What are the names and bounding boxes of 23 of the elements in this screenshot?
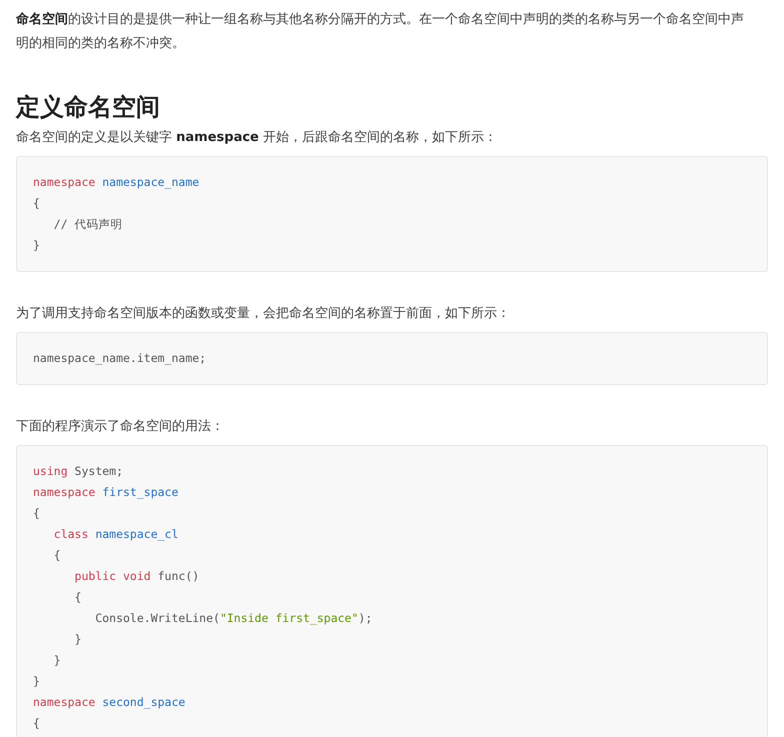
code-line: { <box>52 547 62 564</box>
code-line: } <box>33 237 41 254</box>
paragraph: 为了调用支持命名空间版本的函数或变量，会把命名空间的名称置于前面，如下所示： <box>16 305 511 323</box>
code-line: } <box>33 673 41 690</box>
code-line: { <box>33 195 41 212</box>
code-line: // 代码声明 <box>52 216 124 233</box>
code-line: using System; <box>33 463 124 480</box>
intro-paragraph: 命名空间的设计目的是提供一种让一组名称与其他名称分隔开的方式。在一个命名空间中声明的类的名称与另一个命名空间中声明的相同的类的名称不冲突。 <box>16 10 745 53</box>
code-line: } <box>74 631 82 648</box>
code-line: namespace namespace_name <box>33 174 200 191</box>
code-line: class namespace_cl <box>52 526 180 543</box>
code-line: namespace first_space <box>33 484 180 501</box>
code-line: } <box>52 652 62 669</box>
code-line: namespace second_space <box>33 694 186 711</box>
code-line: Console.WriteLine("Inside first_space"); <box>94 610 374 627</box>
paragraph: 下面的程序演示了命名空间的用法： <box>16 418 225 436</box>
code-line: { <box>33 505 41 522</box>
section-heading: 定义命名空间 <box>16 92 161 123</box>
code-line: { <box>74 589 82 606</box>
code-line: public void func() <box>74 568 200 585</box>
code-line: namespace_name.item_name; <box>33 350 208 367</box>
paragraph: 命名空间的定义是以关键字 namespace 开始，后跟命名空间的名称，如下所示： <box>16 129 498 147</box>
code-line: { <box>33 715 41 732</box>
